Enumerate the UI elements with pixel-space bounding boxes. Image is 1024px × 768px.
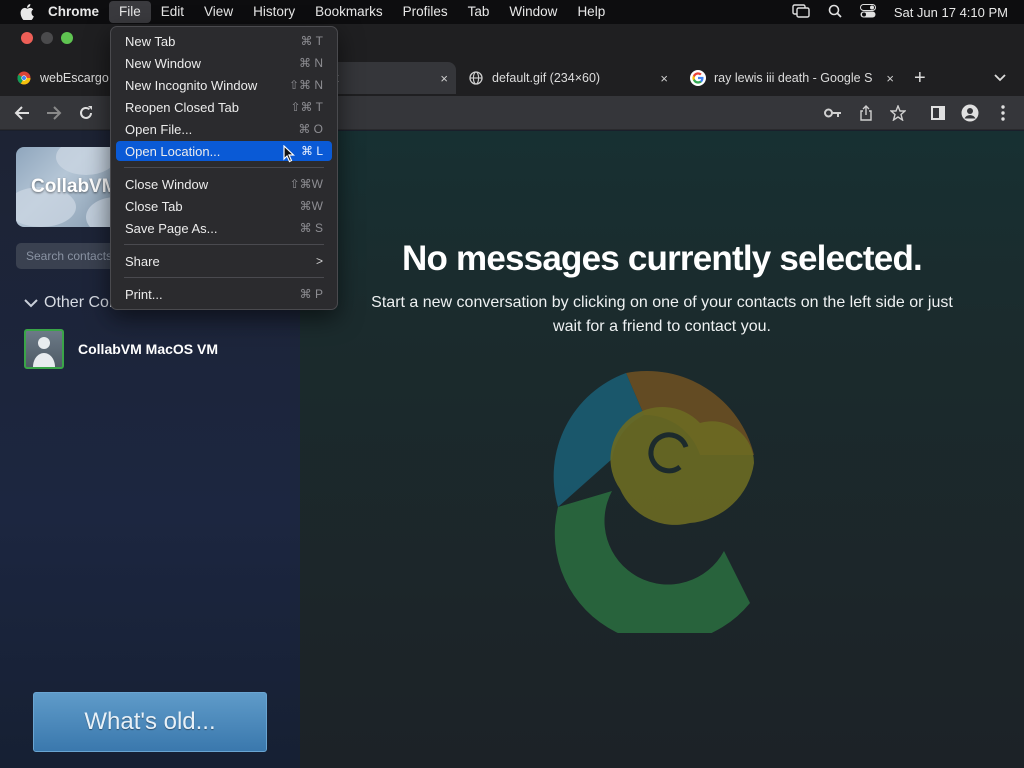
contact-avatar xyxy=(24,329,64,369)
screen-mirroring-icon[interactable] xyxy=(792,3,810,21)
menu-edit[interactable]: Edit xyxy=(151,1,194,23)
menu-view[interactable]: View xyxy=(194,1,243,23)
profile-display-name: CollabVM xyxy=(31,176,118,197)
menu-window[interactable]: Window xyxy=(499,1,567,23)
menu-chrome[interactable]: Chrome xyxy=(38,1,109,23)
menubar-clock[interactable]: Sat Jun 17 4:10 PM xyxy=(894,5,1008,20)
google-favicon-icon xyxy=(690,70,706,86)
apple-menu-icon[interactable] xyxy=(16,0,38,24)
chevron-down-icon xyxy=(24,299,38,308)
password-key-icon[interactable] xyxy=(820,100,846,126)
conversation-pane: No messages currently selected. Start a … xyxy=(300,131,1024,768)
menu-help[interactable]: Help xyxy=(567,1,615,23)
spotlight-search-icon[interactable] xyxy=(828,4,842,21)
close-tab-icon[interactable]: × xyxy=(440,71,448,86)
menu-tab[interactable]: Tab xyxy=(458,1,500,23)
chrome-favicon-icon xyxy=(16,70,32,86)
forward-arrow-icon[interactable] xyxy=(41,100,67,126)
menu-item-open-location[interactable]: Open Location... ⌘ L xyxy=(116,141,332,161)
back-arrow-icon[interactable] xyxy=(9,100,35,126)
menu-file[interactable]: File xyxy=(109,1,151,23)
menu-item-close-window[interactable]: Close Window ⇧⌘W xyxy=(116,174,332,194)
user-silhouette-icon xyxy=(33,337,55,367)
tab-title: default.gif (234×60) xyxy=(492,71,601,85)
menu-separator xyxy=(124,277,324,278)
new-tab-button[interactable]: + xyxy=(914,62,934,94)
menu-item-new-incognito-window[interactable]: New Incognito Window ⇧⌘ N xyxy=(116,75,332,95)
share-icon[interactable] xyxy=(853,100,879,126)
menu-history[interactable]: History xyxy=(243,1,305,23)
macos-menubar: Chrome File Edit View History Bookmarks … xyxy=(0,0,1024,24)
zoom-window-button[interactable] xyxy=(61,32,73,44)
menu-item-reopen-closed-tab[interactable]: Reopen Closed Tab ⇧⌘ T xyxy=(116,97,332,117)
file-menu-dropdown: New Tab ⌘ T New Window ⌘ N New Incognito W… xyxy=(110,26,338,310)
menu-profiles[interactable]: Profiles xyxy=(393,1,458,23)
close-tab-icon[interactable]: × xyxy=(886,71,894,86)
menu-item-save-page-as[interactable]: Save Page As... ⌘ S xyxy=(116,218,332,238)
chevron-right-icon: > xyxy=(315,254,323,268)
cloud-decoration xyxy=(56,147,116,175)
tab-webescargot[interactable]: webEscargo xyxy=(16,62,120,94)
menubar-status-area: Sat Jun 17 4:10 PM xyxy=(792,0,1008,24)
menu-separator xyxy=(124,167,324,168)
tab-title: ray lewis iii death - Google S xyxy=(714,71,873,85)
tab-google-search[interactable]: ray lewis iii death - Google S × xyxy=(684,62,902,94)
minimize-window-button[interactable] xyxy=(41,32,53,44)
empty-state-description: Start a new conversation by clicking on … xyxy=(371,294,953,335)
tab-default-gif[interactable]: default.gif (234×60) × xyxy=(462,62,676,94)
menu-separator xyxy=(124,244,324,245)
reload-icon[interactable] xyxy=(73,100,99,126)
side-panel-icon[interactable] xyxy=(925,100,951,126)
control-center-icon[interactable] xyxy=(859,3,876,21)
whats-old-button[interactable]: What's old... xyxy=(33,692,267,752)
empty-state-title: No messages currently selected. xyxy=(402,239,923,278)
tab-search-chevron-icon[interactable] xyxy=(994,62,1010,94)
close-window-button[interactable] xyxy=(21,32,33,44)
bookmark-star-icon[interactable] xyxy=(885,100,911,126)
mouse-cursor-icon xyxy=(283,145,295,163)
contact-list-item[interactable]: CollabVM MacOS VM xyxy=(24,329,218,369)
menu-item-new-tab[interactable]: New Tab ⌘ T xyxy=(116,31,332,51)
tab-title: webEscargo xyxy=(40,71,109,85)
menu-item-share[interactable]: Share > xyxy=(116,251,332,271)
menu-item-new-window[interactable]: New Window ⌘ N xyxy=(116,53,332,73)
globe-icon xyxy=(468,70,484,86)
menu-bookmarks[interactable]: Bookmarks xyxy=(305,1,393,23)
kebab-menu-icon[interactable] xyxy=(990,100,1016,126)
contact-name: CollabVM MacOS VM xyxy=(78,341,219,357)
profile-avatar-icon[interactable] xyxy=(957,100,983,126)
menu-item-print[interactable]: Print... ⌘ P xyxy=(116,284,332,304)
menu-item-close-tab[interactable]: Close Tab ⌘W xyxy=(116,196,332,216)
close-tab-icon[interactable]: × xyxy=(660,71,668,86)
escargot-logo xyxy=(553,370,754,633)
menu-item-open-file[interactable]: Open File... ⌘ O xyxy=(116,119,332,139)
